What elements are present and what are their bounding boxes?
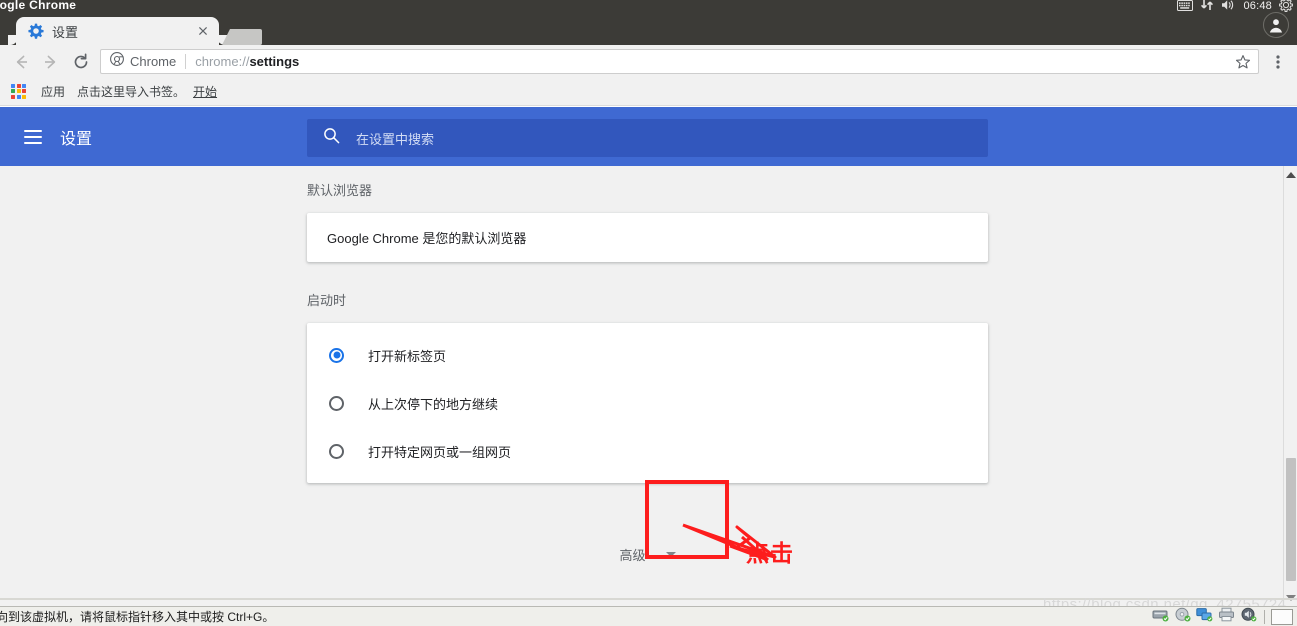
vmware-device-tray [1152, 607, 1293, 626]
startup-option-specific-pages[interactable]: 打开特定网页或一组网页 [307, 427, 988, 475]
vertical-scrollbar[interactable] [1283, 166, 1297, 606]
vmware-snapshot-icon[interactable] [1271, 609, 1293, 625]
bookmarks-bar: 应用 点击这里导入书签。 开始 [0, 78, 1297, 106]
hard-disk-icon[interactable] [1152, 607, 1170, 626]
startup-option-label: 从上次停下的地方继续 [368, 396, 499, 412]
hamburger-menu-icon[interactable] [24, 129, 42, 144]
three-dot-menu-icon[interactable] [1265, 48, 1291, 76]
profile-avatar-icon[interactable] [1263, 12, 1289, 38]
default-browser-status: Google Chrome 是您的默认浏览器 [327, 231, 527, 246]
page-title: 设置 [60, 130, 93, 148]
search-placeholder: 在设置中搜索 [356, 131, 435, 147]
radio-button-specific-pages[interactable] [329, 443, 344, 459]
tab-title: 设置 [52, 24, 79, 40]
advanced-label: 高级 [619, 548, 646, 563]
scrollbar-thumb[interactable] [1286, 458, 1296, 581]
screen: oogle Chrome 06:48 设置 Chrome chrome://se… [0, 0, 1297, 626]
arrow-right-icon[interactable] [36, 47, 66, 77]
chrome-badge-label: Chrome [130, 54, 177, 69]
search-input[interactable]: 在设置中搜索 [307, 119, 988, 157]
vmware-status-text: 向到该虚拟机，请将鼠标指针移入其中或按 Ctrl+G。 [0, 610, 275, 624]
arrow-left-icon[interactable] [6, 47, 36, 77]
printer-icon[interactable] [1218, 607, 1236, 626]
cd-dvd-icon[interactable] [1174, 607, 1192, 626]
advanced-expand-row[interactable]: 高级 [307, 545, 988, 564]
address-bar[interactable]: Chrome chrome://settings [100, 49, 1259, 74]
omnibox-divider [185, 54, 187, 69]
radio-button-new-tab[interactable] [329, 347, 344, 363]
chevron-down-icon[interactable] [665, 552, 676, 557]
default-browser-card: Google Chrome 是您的默认浏览器 [307, 213, 988, 262]
scroll-up-arrow-icon[interactable] [1284, 168, 1297, 182]
search-icon [323, 127, 340, 149]
apps-grid-icon[interactable] [11, 83, 27, 100]
browser-tab-settings[interactable]: 设置 [8, 17, 227, 45]
startup-option-continue[interactable]: 从上次停下的地方继续 [307, 379, 988, 427]
url-path: settings [249, 54, 300, 69]
tab-strip: 设置 [0, 14, 1297, 45]
section-title-on-startup: 启动时 [307, 293, 347, 308]
on-startup-card: 打开新标签页 从上次停下的地方继续 打开特定网页或一组网页 [307, 323, 988, 483]
bookmark-item-apps[interactable]: 应用 [35, 80, 71, 103]
bookmark-start-link[interactable]: 开始 [191, 80, 219, 103]
startup-option-label: 打开特定网页或一组网页 [368, 444, 512, 460]
chrome-badge: Chrome [110, 52, 176, 71]
startup-option-label: 打开新标签页 [368, 348, 447, 364]
settings-gear-favicon [28, 23, 44, 39]
settings-content: 默认浏览器 Google Chrome 是您的默认浏览器 启动时 打开新标签页 … [0, 166, 1283, 606]
bookmark-import-hint: 点击这里导入书签。 [77, 85, 186, 99]
reload-icon[interactable] [66, 47, 96, 77]
section-title-default-browser: 默认浏览器 [307, 183, 373, 198]
os-window-title: oogle Chrome [0, 0, 77, 12]
device-tray-divider [1264, 610, 1265, 624]
url-text: chrome://settings [195, 54, 1234, 69]
close-icon[interactable] [195, 23, 211, 39]
url-prefix: chrome:// [195, 54, 250, 69]
vmware-status-bar: 向到该虚拟机，请将鼠标指针移入其中或按 Ctrl+G。 [0, 606, 1297, 626]
radio-button-continue[interactable] [329, 395, 344, 411]
tray-clock[interactable]: 06:48 [1243, 0, 1272, 13]
network-adapter-icon[interactable] [1196, 607, 1214, 626]
chrome-logo-icon [110, 52, 124, 71]
volume-icon[interactable] [1221, 0, 1236, 14]
os-title-bar: oogle Chrome 06:48 [0, 0, 1297, 14]
keyboard-icon[interactable] [1177, 0, 1194, 14]
sound-card-icon[interactable] [1240, 607, 1258, 626]
annotation-callout-text: 点击 [746, 541, 794, 567]
star-icon[interactable] [1234, 53, 1252, 71]
new-tab-button[interactable] [222, 29, 262, 45]
startup-option-new-tab[interactable]: 打开新标签页 [307, 331, 988, 379]
network-updown-icon[interactable] [1200, 0, 1214, 14]
browser-toolbar: Chrome chrome://settings [0, 45, 1297, 78]
